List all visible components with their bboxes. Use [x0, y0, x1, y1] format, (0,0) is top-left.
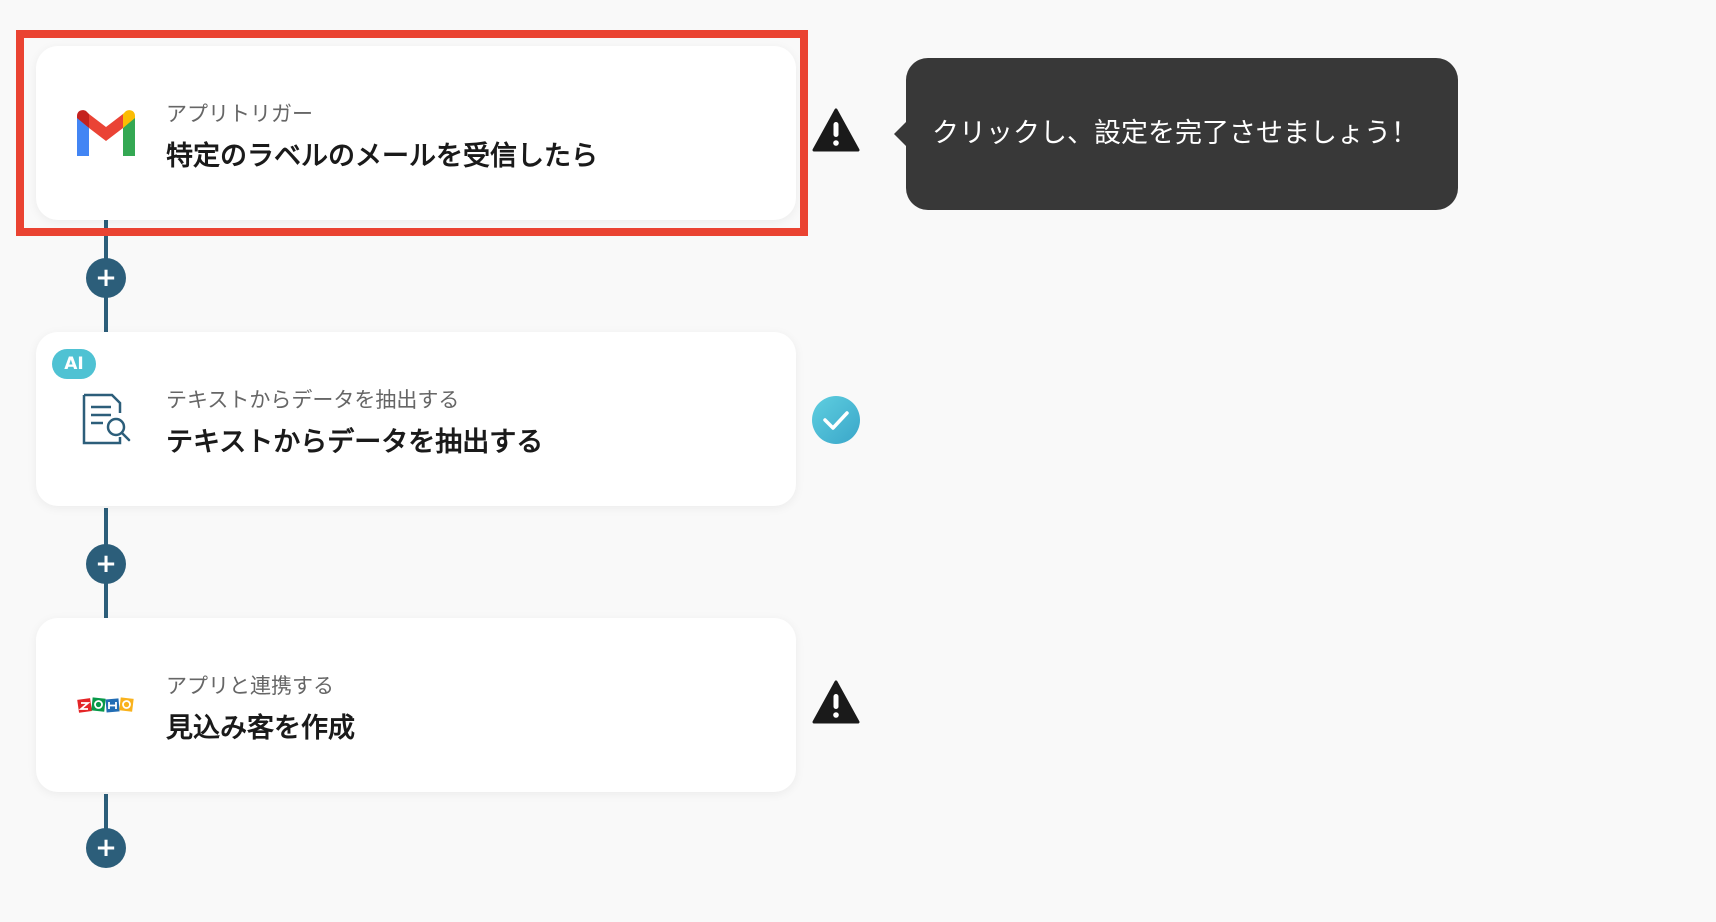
warning-icon — [812, 108, 860, 156]
step-subtitle: テキストからデータを抽出する — [166, 388, 460, 412]
step-card-ai-extract[interactable]: テキストからデータを抽出する テキストからデータを抽出する — [36, 332, 796, 506]
step-title: 特定のラベルのメールを受信したら — [166, 141, 598, 172]
document-search-icon — [76, 389, 136, 449]
zoho-logo-icon — [76, 675, 136, 735]
ai-badge: AI — [52, 349, 96, 379]
tooltip-arrow — [894, 122, 906, 146]
add-step-button[interactable]: + — [86, 258, 126, 298]
step-card-zoho[interactable]: アプリと連携する 見込み客を作成 — [36, 618, 796, 792]
setup-tooltip: クリックし、設定を完了させましょう！ — [906, 58, 1458, 210]
step-subtitle: アプリと連携する — [166, 674, 334, 698]
gmail-icon — [76, 103, 136, 163]
step-card-trigger[interactable]: アプリトリガー 特定のラベルのメールを受信したら — [36, 46, 796, 220]
warning-icon — [812, 680, 860, 728]
add-step-button[interactable]: + — [86, 544, 126, 584]
check-icon — [812, 396, 860, 444]
step-title: テキストからデータを抽出する — [166, 427, 544, 458]
step-subtitle: アプリトリガー — [166, 102, 313, 126]
step-title: 見込み客を作成 — [166, 713, 355, 744]
add-step-button[interactable]: + — [86, 828, 126, 868]
flow-canvas: + + + アプリトリガー 特定のラベルのメールを受信したら テキストからデータ… — [0, 0, 1716, 922]
